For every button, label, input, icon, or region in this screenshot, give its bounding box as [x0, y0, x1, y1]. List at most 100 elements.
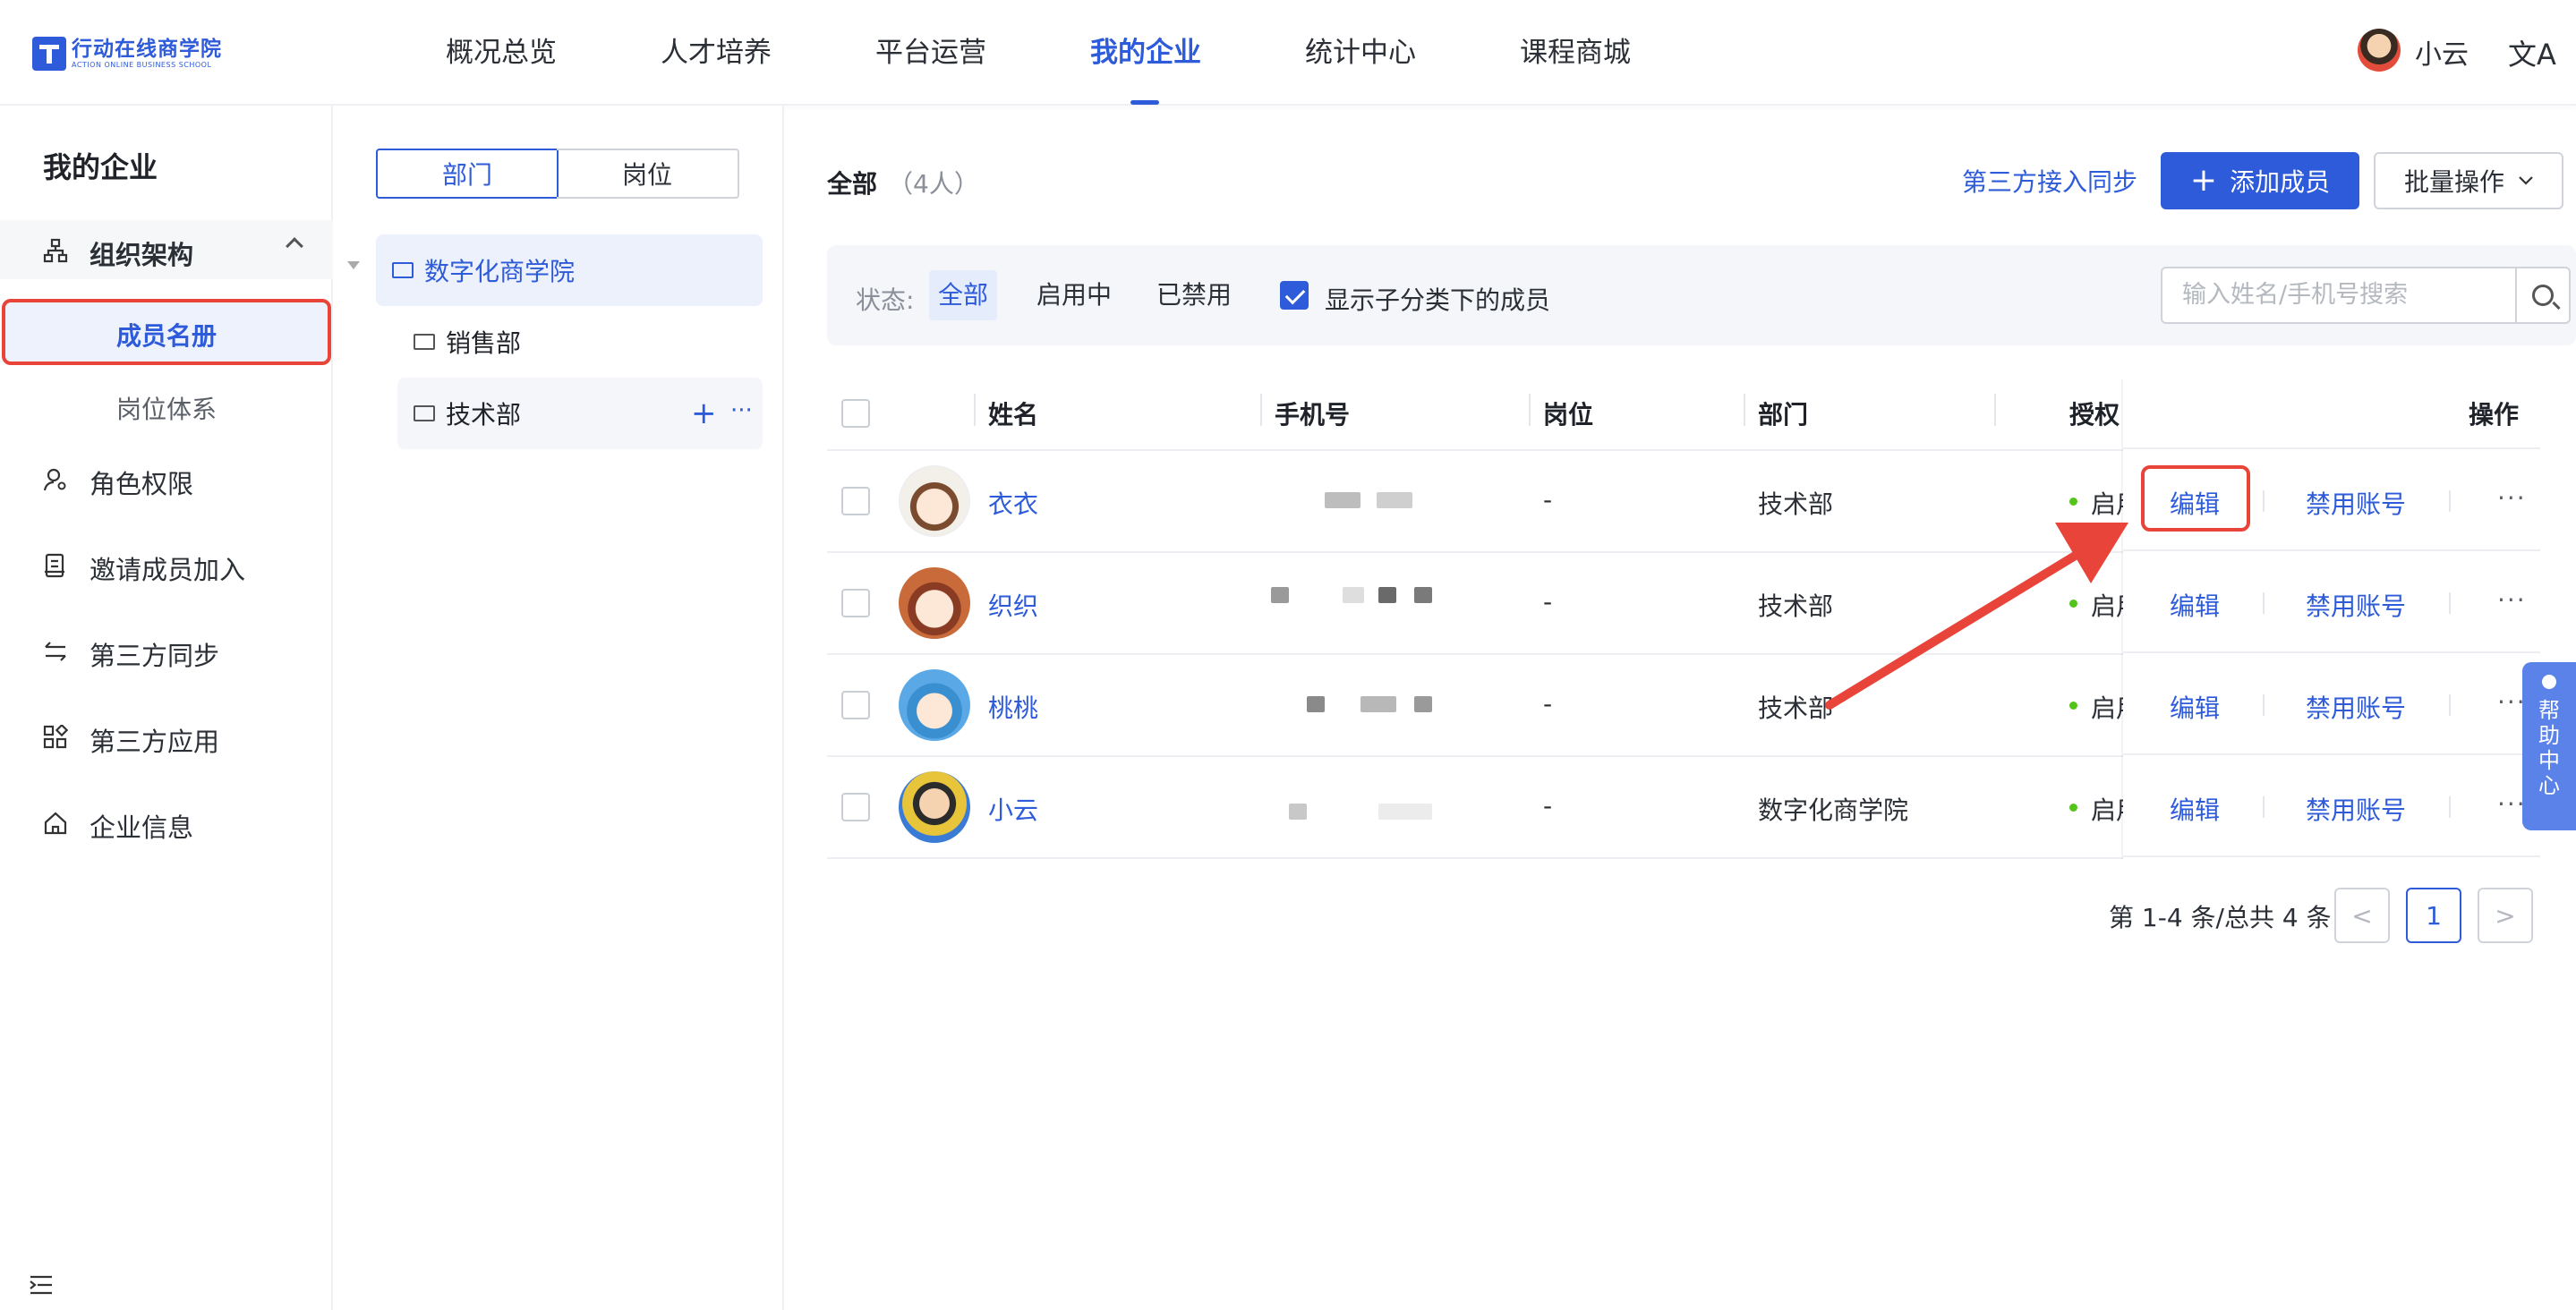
folder-icon [414, 334, 435, 350]
column-header-phone[interactable]: 手机号 [1275, 396, 1350, 431]
sidebar-item-third-apps[interactable]: 第三方应用 [90, 721, 219, 759]
row-checkbox[interactable] [841, 691, 870, 719]
nav-course-mall[interactable]: 课程商城 [1520, 30, 1631, 75]
disable-account-button[interactable]: 禁用账号 [2306, 791, 2406, 827]
next-page-button[interactable]: > [2478, 888, 2533, 943]
tree-node-sales[interactable]: 销售部 [397, 306, 763, 378]
chevron-down-icon [2519, 176, 2533, 185]
folder-icon [392, 262, 414, 278]
nav-overview[interactable]: 概况总览 [446, 30, 557, 75]
logo-subtitle: ACTION ONLINE BUSINESS SCHOOL [72, 61, 212, 69]
sidebar-title: 我的企业 [43, 150, 158, 184]
search-input[interactable]: 输入姓名/手机号搜索 [2161, 267, 2517, 324]
add-subdept-icon[interactable]: + [691, 396, 717, 431]
row-checkbox[interactable] [841, 793, 870, 821]
sidebar-item-position-system[interactable]: 岗位体系 [0, 390, 333, 426]
nav-talent[interactable]: 人才培养 [661, 30, 772, 75]
help-center-tab[interactable]: 帮 助 中 心 [2522, 662, 2576, 830]
tree-node-label: 数字化商学院 [424, 257, 576, 286]
org-chart-icon [43, 238, 68, 263]
department-panel: 部门 岗位 数字化商学院 销售部 技术部 + ··· [333, 106, 784, 1310]
sidebar-item-roles[interactable]: 角色权限 [90, 464, 193, 501]
prev-page-button[interactable]: < [2334, 888, 2390, 943]
page-1-button[interactable]: 1 [2406, 888, 2461, 943]
collapse-sidebar-icon[interactable] [29, 1274, 54, 1296]
tree-node-digital-school[interactable]: 数字化商学院 [376, 234, 763, 306]
row-checkbox[interactable] [841, 487, 870, 515]
column-header-post[interactable]: 岗位 [1543, 396, 1593, 431]
column-header-dept[interactable]: 部门 [1758, 396, 1808, 431]
brand-logo[interactable]: 行动在线商学院 ACTION ONLINE BUSINESS SCHOOL [32, 36, 222, 72]
app-root: 行动在线商学院 ACTION ONLINE BUSINESS SCHOOL 概况… [0, 0, 2576, 1310]
search-icon [2532, 285, 2554, 306]
apps-icon [43, 725, 68, 749]
sidebar: 我的企业 组织架构 成员名册 岗位体系 角色权限 邀请成员加入 第三方同步 第三… [0, 106, 333, 1310]
sidebar-item-invite[interactable]: 邀请成员加入 [90, 549, 245, 587]
third-party-sync-link[interactable]: 第三方接入同步 [1962, 163, 2137, 199]
disable-account-button[interactable]: 禁用账号 [2306, 587, 2406, 623]
role-icon [43, 468, 66, 491]
avatar [899, 567, 970, 639]
pagination-summary: 第 1-4 条/总共 4 条 [2109, 903, 2332, 932]
add-member-label: 添加成员 [2230, 167, 2331, 197]
tab-position[interactable]: 岗位 [557, 149, 739, 199]
post-value: - [1543, 791, 1553, 821]
nav-statistics[interactable]: 统计中心 [1305, 30, 1416, 75]
nav-my-enterprise[interactable]: 我的企业 [1090, 30, 1201, 75]
member-name-link[interactable]: 织织 [988, 587, 1038, 623]
select-all-checkbox[interactable] [841, 399, 870, 428]
search-button[interactable] [2515, 267, 2571, 324]
status-dot [2069, 702, 2077, 710]
folder-icon [414, 405, 435, 421]
logo-title: 行动在线商学院 [72, 38, 222, 61]
sidebar-item-label[interactable]: 成员名册 [0, 317, 333, 353]
tree-node-label: 销售部 [446, 328, 522, 358]
post-value: - [1543, 485, 1553, 515]
avatar[interactable] [2358, 29, 2401, 72]
batch-operation-button[interactable]: 批量操作 [2374, 152, 2563, 209]
logo-icon [32, 37, 66, 71]
disable-account-button[interactable]: 禁用账号 [2306, 689, 2406, 725]
more-icon[interactable]: ··· [2497, 483, 2527, 513]
avatar [899, 669, 970, 741]
add-member-button[interactable]: + 添加成员 [2161, 152, 2359, 209]
filter-enabled[interactable]: 启用中 [1028, 270, 1121, 320]
show-sub-members-checkbox[interactable] [1280, 281, 1309, 310]
dept-value: 数字化商学院 [1758, 795, 1909, 825]
member-name-link[interactable]: 桃桃 [988, 689, 1038, 725]
sidebar-group-org[interactable]: 组织架构 [0, 220, 333, 279]
user-name[interactable]: 小云 [2415, 32, 2469, 72]
nav-operations[interactable]: 平台运营 [875, 30, 986, 75]
dept-value: 技术部 [1758, 693, 1834, 723]
disable-account-button[interactable]: 禁用账号 [2306, 485, 2406, 521]
tree-node-label: 技术部 [446, 400, 522, 430]
top-nav-bar: 行动在线商学院 ACTION ONLINE BUSINESS SCHOOL 概况… [0, 0, 2576, 106]
member-name-link[interactable]: 衣衣 [988, 485, 1038, 521]
status-dot [2069, 804, 2077, 812]
sidebar-item-enterprise-info[interactable]: 企业信息 [90, 807, 193, 845]
annotation-highlight-box [2141, 465, 2250, 532]
edit-button[interactable]: 编辑 [2170, 791, 2220, 827]
nav-active-indicator [1130, 100, 1159, 105]
more-icon[interactable]: ··· [2497, 585, 2527, 615]
filter-disabled[interactable]: 已禁用 [1147, 270, 1241, 320]
filter-all[interactable]: 全部 [929, 270, 998, 320]
more-icon[interactable]: ··· [730, 397, 753, 424]
member-name-link[interactable]: 小云 [988, 791, 1038, 827]
column-header-auth[interactable]: 授权 [2069, 396, 2120, 431]
status-filter-label: 状态: [856, 285, 915, 315]
avatar [899, 465, 970, 537]
edit-button[interactable]: 编辑 [2170, 689, 2220, 725]
sync-icon [45, 642, 66, 661]
column-header-name[interactable]: 姓名 [988, 396, 1038, 431]
caret-down-icon[interactable] [347, 261, 360, 269]
bulb-icon [2542, 675, 2556, 689]
tree-node-tech[interactable]: 技术部 + ··· [397, 378, 763, 449]
row-checkbox[interactable] [841, 589, 870, 617]
tab-department[interactable]: 部门 [376, 149, 559, 199]
post-value: - [1543, 587, 1553, 617]
phone-redacted [1271, 587, 1289, 603]
sidebar-item-third-sync[interactable]: 第三方同步 [90, 635, 219, 673]
translate-icon[interactable]: 文A [2508, 32, 2556, 73]
edit-button[interactable]: 编辑 [2170, 587, 2220, 623]
